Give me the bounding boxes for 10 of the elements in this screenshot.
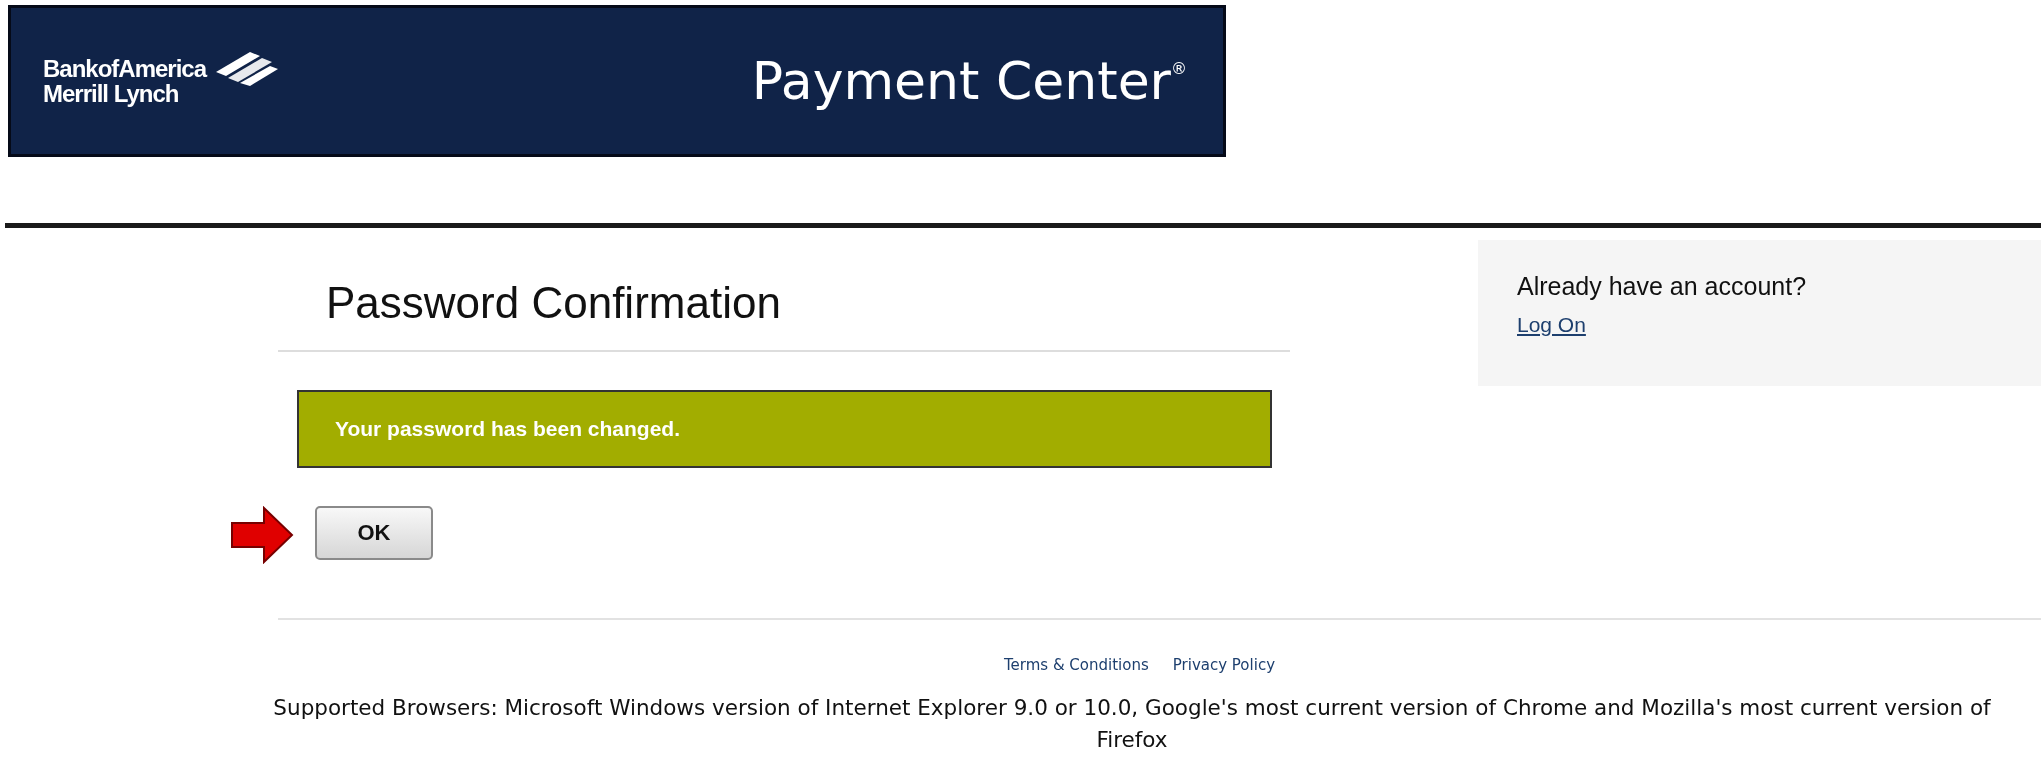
footer-link[interactable]: Terms & Conditions xyxy=(1003,656,1149,674)
page-heading: Password Confirmation xyxy=(325,277,782,329)
footer-link[interactable]: Privacy Policy xyxy=(1172,656,1275,674)
account-prompt: Already have an account? xyxy=(1517,271,1808,301)
supported-browsers-note: Supported Browsers: Microsoft Windows version of Internet Explorer 9.0 or 10.0, Google's most current version of Chrome and Mozilla's most current version of Firefox xyxy=(272,694,1992,754)
log-on-link[interactable]: Log On xyxy=(1517,313,1586,337)
app-title: Payment Center$^{®}$ xyxy=(751,51,1187,111)
logo-text: BankofAmerica Merrill Lynch xyxy=(43,56,207,106)
ok-button[interactable]: OK xyxy=(315,506,433,560)
success-message: Your password has been changed. xyxy=(297,390,1272,468)
